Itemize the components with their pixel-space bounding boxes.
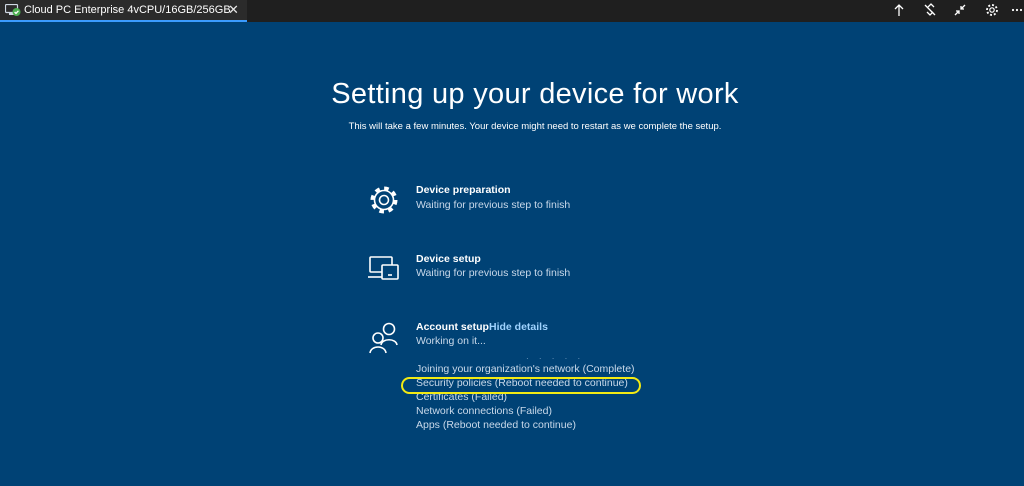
step-status-device-setup: Waiting for previous step to finish [416,267,571,279]
page-subtitle: This will take a few minutes. Your devic… [348,121,722,132]
session-tab[interactable]: Cloud PC Enterprise 4vCPU/16GB/256GB ✕ [0,0,247,22]
collapse-icon[interactable] [950,0,970,20]
gear-icon [366,182,402,218]
devices-icon [366,251,402,287]
title-bar: Cloud PC Enterprise 4vCPU/16GB/256GB ✕ [0,0,1024,22]
step-title-device-preparation: Device preparation [416,184,511,196]
detail-item-network: Joining your organization's network (Com… [416,363,635,375]
hide-details-link[interactable]: Hide details [489,321,548,333]
detail-item-apps: Apps (Reboot needed to continue) [416,419,576,431]
arrow-up-icon[interactable] [889,0,909,20]
highlight-annotation [401,377,641,394]
page-title: Setting up your device for work [331,78,739,110]
progress-dots: · · · · · [526,354,585,363]
tab-title: Cloud PC Enterprise 4vCPU/16GB/256GB [24,4,231,16]
close-tab-button[interactable]: ✕ [228,0,239,20]
people-icon [366,319,402,355]
step-status-account-setup: Working on it... [416,335,486,347]
detail-item-network-connections: Network connections (Failed) [416,405,552,417]
cloud-pc-icon [4,3,21,17]
step-title-account-setup: Account setup [416,321,489,333]
more-icon[interactable] [1010,0,1024,20]
disconnect-icon[interactable] [920,0,940,20]
step-title-device-setup: Device setup [416,253,481,265]
gear-icon[interactable] [982,0,1002,20]
step-status-device-preparation: Waiting for previous step to finish [416,199,571,211]
